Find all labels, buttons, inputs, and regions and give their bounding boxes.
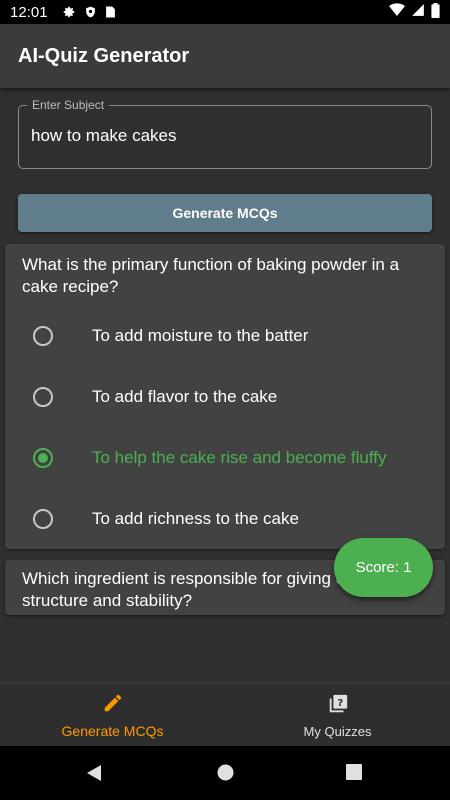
subject-input-value[interactable]: how to make cakes: [31, 126, 177, 146]
radio-button[interactable]: [33, 509, 53, 529]
radio-button-checked[interactable]: [33, 448, 53, 468]
wifi-icon: [389, 3, 405, 21]
radio-button[interactable]: [33, 326, 53, 346]
home-icon[interactable]: [217, 764, 234, 786]
system-navigation-bar: [0, 746, 450, 800]
pencil-icon: [102, 692, 124, 719]
answer-option[interactable]: To add moisture to the batter: [33, 316, 433, 356]
app-title: AI-Quiz Generator: [18, 44, 190, 67]
shield-icon: [84, 5, 97, 19]
status-bar: 12:01: [0, 0, 450, 24]
quiz-icon: ?: [327, 693, 349, 720]
score-badge: Score: 1: [334, 538, 433, 597]
generate-mcqs-button[interactable]: Generate MCQs: [18, 194, 432, 232]
answer-option-label: To add richness to the cake: [92, 509, 299, 528]
back-icon[interactable]: [86, 764, 102, 787]
gear-icon: [62, 5, 76, 19]
app-bar: AI-Quiz Generator: [0, 24, 450, 88]
recents-icon[interactable]: [346, 764, 362, 785]
answer-option[interactable]: To add flavor to the cake: [33, 377, 433, 417]
nav-item-label: Generate MCQs: [61, 723, 164, 739]
answer-option-label: To add flavor to the cake: [92, 387, 278, 406]
signal-icon: [411, 3, 425, 21]
subject-input[interactable]: Enter Subject how to make cakes: [18, 98, 432, 169]
status-time: 12:01: [10, 3, 48, 21]
radio-button[interactable]: [33, 387, 53, 407]
answer-option-label: To help the cake rise and become fluffy: [92, 448, 387, 467]
subject-input-label: Enter Subject: [27, 98, 110, 112]
nav-item-my-quizzes[interactable]: ? My Quizzes: [225, 684, 450, 747]
question-card: What is the primary function of baking p…: [5, 244, 445, 549]
answer-option[interactable]: To add richness to the cake: [33, 499, 433, 539]
sim-card-icon: [105, 5, 116, 19]
nav-item-generate-mcqs[interactable]: Generate MCQs: [0, 684, 225, 747]
question-text: What is the primary function of baking p…: [22, 255, 400, 296]
svg-text:?: ?: [337, 697, 343, 708]
battery-icon: [431, 2, 440, 22]
answer-option-selected[interactable]: To help the cake rise and become fluffy: [33, 438, 433, 478]
bottom-navigation: Generate MCQs ? My Quizzes: [0, 683, 450, 747]
nav-item-label: My Quizzes: [303, 723, 372, 739]
answer-option-label: To add moisture to the batter: [92, 326, 309, 345]
